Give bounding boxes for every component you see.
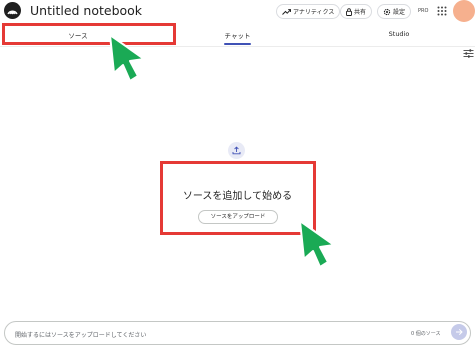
send-arrow-icon: [456, 328, 463, 336]
share-button-label: 共有: [354, 9, 367, 16]
settings-button[interactable]: 設定: [377, 4, 412, 19]
highlight-box-upload: [160, 161, 316, 235]
tune-icon[interactable]: [463, 49, 474, 58]
top-bar: Untitled notebook アナリティクス 共有 設定 PRO: [0, 0, 475, 24]
source-count: 0 個のソース: [411, 331, 441, 337]
pro-badge: PRO: [418, 8, 429, 14]
tab-divider: [0, 46, 475, 47]
gear-icon: [383, 8, 391, 15]
active-tab-indicator: [224, 43, 251, 45]
tab-studio[interactable]: Studio: [386, 30, 412, 38]
apps-grid-icon[interactable]: [437, 6, 447, 16]
share-button[interactable]: 共有: [340, 4, 373, 19]
chat-input-placeholder: 開始するにはソースをアップロードしてください: [15, 332, 147, 339]
analytics-button[interactable]: アナリティクス: [276, 4, 341, 19]
analytics-button-label: アナリティクス: [293, 9, 335, 16]
upload-icon-container: [228, 142, 245, 159]
settings-button-label: 設定: [393, 9, 406, 16]
trending-up-icon: [282, 8, 291, 15]
pointer-arrow-icon: [109, 34, 145, 82]
pointer-arrow-icon-2: [299, 220, 335, 268]
lock-icon: [346, 7, 352, 16]
notebook-title[interactable]: Untitled notebook: [30, 3, 142, 19]
send-button[interactable]: [451, 324, 467, 340]
notebooklm-logo-icon[interactable]: [4, 2, 21, 19]
avatar[interactable]: [453, 0, 475, 22]
upload-icon: [232, 146, 241, 155]
tab-chat[interactable]: チャット: [224, 30, 251, 40]
chat-input[interactable]: 開始するにはソースをアップロードしてください 0 個のソース: [4, 321, 471, 345]
